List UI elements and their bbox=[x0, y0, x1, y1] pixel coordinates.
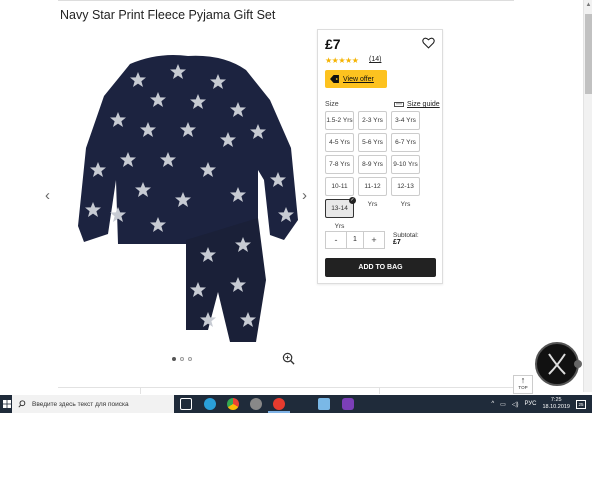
prev-image-arrow-icon[interactable]: ‹ bbox=[45, 187, 50, 204]
opera-icon[interactable] bbox=[273, 398, 285, 410]
telegram-icon[interactable] bbox=[204, 398, 216, 410]
search-icon bbox=[18, 400, 26, 408]
scrollbar-thumb[interactable] bbox=[585, 14, 592, 94]
size-option[interactable]: 12-13 Yrs bbox=[391, 177, 420, 208]
viber-icon[interactable] bbox=[342, 398, 354, 410]
image-pager bbox=[172, 357, 192, 361]
ruler-icon bbox=[394, 102, 404, 107]
subtotal-label: Subtotal: bbox=[393, 232, 419, 239]
pager-dot[interactable] bbox=[180, 357, 184, 361]
size-option[interactable]: 2-3 Yrs bbox=[358, 111, 387, 130]
size-option[interactable]: 6-7 Yrs bbox=[391, 133, 420, 152]
scissors-x-icon bbox=[548, 353, 566, 375]
tag-icon bbox=[330, 75, 339, 83]
next-image-arrow-icon[interactable]: › bbox=[302, 187, 307, 204]
size-option[interactable]: 5-6 Yrs bbox=[358, 133, 387, 152]
size-option[interactable]: 11-12 Yrs bbox=[358, 177, 387, 208]
view-offer-label: View offer bbox=[343, 75, 374, 83]
volume-icon[interactable]: ◁) bbox=[512, 401, 519, 408]
size-option[interactable]: 4-5 Yrs bbox=[325, 133, 354, 152]
quantity-stepper: - 1 + bbox=[325, 231, 385, 249]
pager-dot[interactable] bbox=[188, 357, 192, 361]
network-icon[interactable]: ▭ bbox=[500, 401, 506, 408]
price: £7 bbox=[325, 36, 341, 52]
clock-date: 18.10.2019 bbox=[542, 404, 570, 410]
wishlist-heart-icon[interactable] bbox=[422, 37, 435, 49]
buy-panel: £7 ★★★★★ (14) View offer Size Size guide… bbox=[317, 29, 443, 284]
chrome-icon[interactable] bbox=[227, 398, 239, 410]
clock-time: 7:25 bbox=[550, 397, 562, 403]
vertical-scrollbar[interactable]: ▲ bbox=[583, 0, 592, 392]
zoom-in-icon[interactable] bbox=[282, 352, 295, 365]
quantity-increase-button[interactable]: + bbox=[364, 232, 384, 248]
task-view-icon[interactable] bbox=[180, 398, 192, 410]
floating-app-widget-icon[interactable] bbox=[535, 342, 579, 386]
size-option[interactable]: 8-9 Yrs bbox=[358, 155, 387, 174]
subtotal: Subtotal: £7 bbox=[393, 232, 419, 246]
system-tray: ^ ▭ ◁) РУС 7:25 18.10.2019 25 bbox=[491, 395, 586, 413]
tray-chevron-icon[interactable]: ^ bbox=[491, 401, 494, 407]
size-option-selected[interactable]: 13-14 Yrs ✓ bbox=[325, 197, 356, 230]
size-guide-label: Size guide bbox=[407, 101, 440, 108]
scroll-up-icon[interactable]: ▲ bbox=[584, 0, 593, 10]
quantity-decrease-button[interactable]: - bbox=[326, 232, 346, 248]
bottom-section-outline bbox=[140, 388, 380, 394]
rating-stars: ★★★★★ bbox=[325, 56, 359, 65]
app-icon[interactable] bbox=[250, 398, 262, 410]
size-option[interactable]: 10-11 Yrs bbox=[325, 177, 354, 208]
active-app-indicator bbox=[268, 411, 290, 413]
size-option[interactable]: 3-4 Yrs bbox=[391, 111, 420, 130]
notifications-icon[interactable]: 25 bbox=[576, 399, 586, 409]
clock[interactable]: 7:25 18.10.2019 bbox=[542, 397, 570, 411]
size-option[interactable]: 7-8 Yrs bbox=[325, 155, 354, 174]
widget-badge bbox=[574, 360, 582, 368]
size-option-label: 13-14 Yrs bbox=[331, 205, 348, 230]
windows-taskbar: Введите здесь текст для поиска ^ ▭ ◁) РУ… bbox=[0, 395, 592, 413]
taskbar-search-input[interactable]: Введите здесь текст для поиска bbox=[12, 395, 174, 413]
product-title: Navy Star Print Fleece Pyjama Gift Set bbox=[60, 8, 276, 22]
view-offer-button[interactable]: View offer bbox=[325, 70, 387, 88]
browser-page: Navy Star Print Fleece Pyjama Gift Set ‹… bbox=[0, 0, 600, 480]
selected-check-icon: ✓ bbox=[349, 197, 356, 204]
size-option[interactable]: 1.5-2 Yrs bbox=[325, 111, 354, 130]
quantity-value[interactable]: 1 bbox=[346, 232, 364, 248]
size-option[interactable]: 9-10 Yrs bbox=[391, 155, 420, 174]
arrow-up-icon: ↑ bbox=[520, 375, 526, 385]
product-image[interactable] bbox=[58, 30, 316, 370]
reviews-link[interactable]: (14) bbox=[369, 56, 381, 63]
back-to-top-label: TOP bbox=[518, 385, 528, 390]
search-placeholder: Введите здесь текст для поиска bbox=[32, 400, 129, 408]
file-icon[interactable] bbox=[318, 398, 330, 410]
back-to-top-button[interactable]: ↑ TOP bbox=[513, 375, 533, 394]
top-divider bbox=[58, 0, 514, 1]
size-label: Size bbox=[325, 101, 339, 108]
subtotal-value: £7 bbox=[393, 239, 401, 246]
pager-dot[interactable] bbox=[172, 357, 176, 361]
size-guide-link[interactable]: Size guide bbox=[394, 101, 440, 108]
language-indicator[interactable]: РУС bbox=[524, 401, 536, 407]
add-to-bag-button[interactable]: ADD TO BAG bbox=[325, 258, 436, 277]
